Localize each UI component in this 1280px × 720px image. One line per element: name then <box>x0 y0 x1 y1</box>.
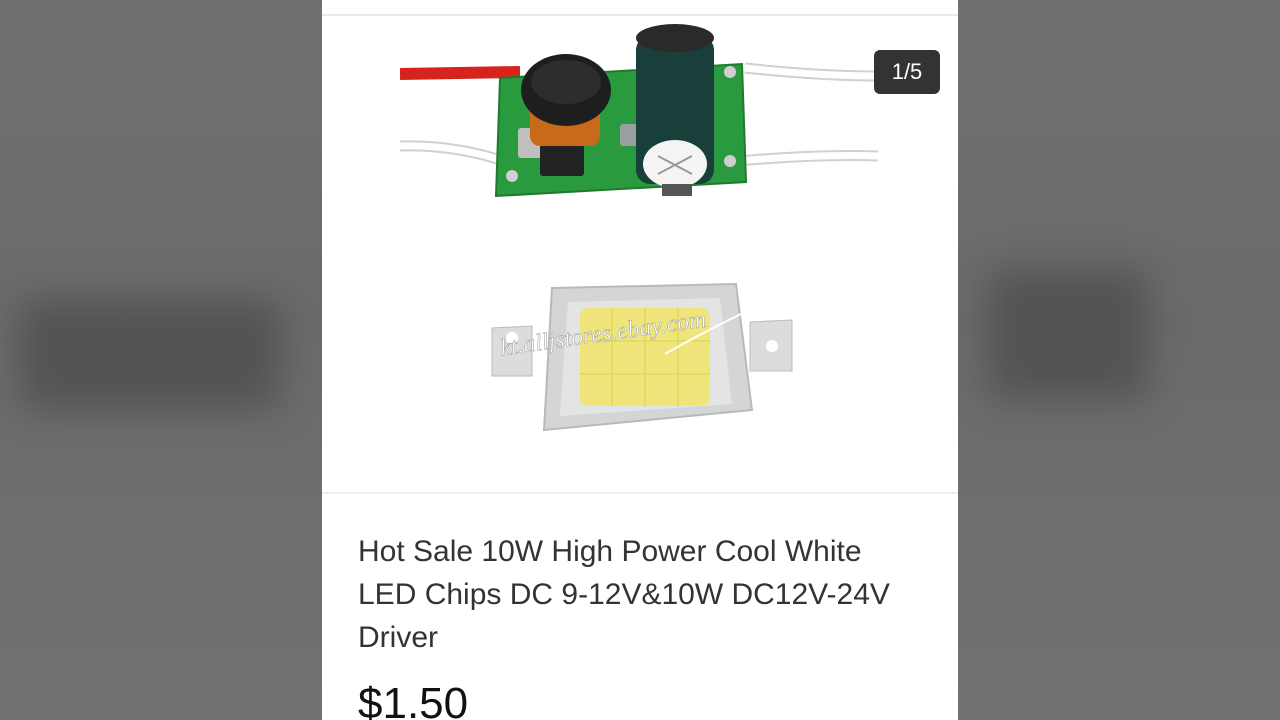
blurred-background-right <box>958 0 1280 720</box>
image-counter-badge: 1/5 <box>874 50 940 94</box>
product-title: Hot Sale 10W High Power Cool White LED C… <box>358 535 890 654</box>
mobile-screen: kt.alljstores.ebay.com 1/5 Hot Sale 10W … <box>322 0 958 720</box>
blurred-background-left <box>0 0 322 720</box>
product-price: $1.50 <box>358 679 469 720</box>
image-gallery[interactable]: kt.alljstores.ebay.com 1/5 <box>322 16 958 492</box>
product-photo: kt.alljstores.ebay.com <box>400 24 879 432</box>
top-strip <box>322 0 958 16</box>
product-details: Hot Sale 10W High Power Cool White LED C… <box>322 494 958 720</box>
